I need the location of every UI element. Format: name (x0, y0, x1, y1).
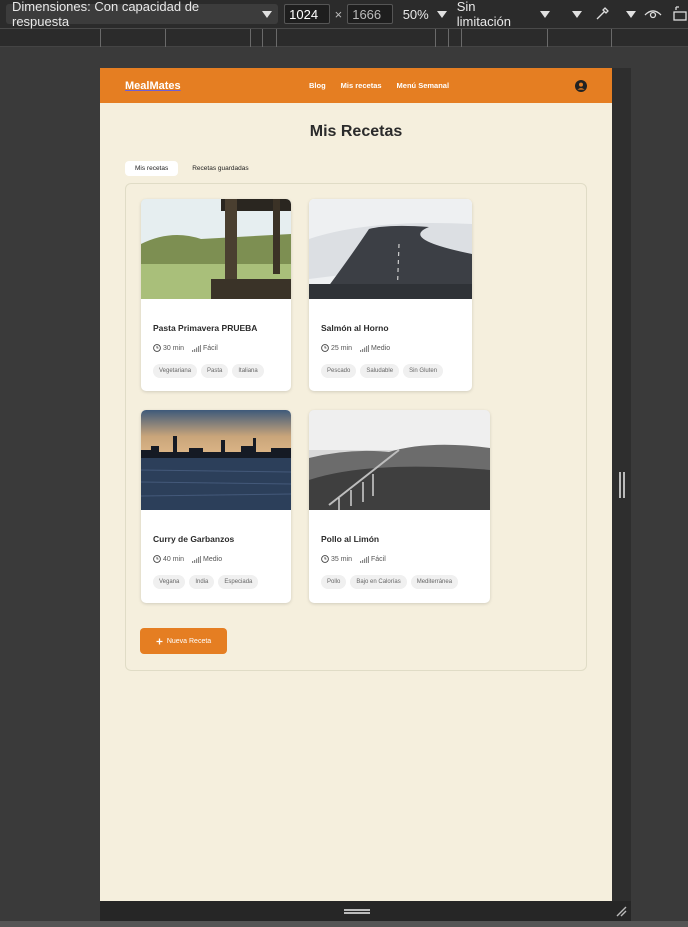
recipe-title: Pollo al Limón (321, 534, 380, 544)
tag: Mediterránea (410, 575, 459, 589)
tag: Especiada (218, 575, 259, 589)
nav-links: Blog Mis recetas Menú Semanal (309, 68, 449, 103)
recipe-difficulty: Medio (203, 555, 223, 563)
media-query-ruler (0, 29, 688, 47)
clock-icon (153, 555, 161, 563)
chevron-down-icon (436, 10, 447, 18)
difficulty-icon (192, 344, 202, 352)
tag: Vegetariana (153, 364, 198, 378)
tag: Saludable (360, 364, 400, 378)
clock-icon (321, 344, 329, 352)
eye-icon[interactable] (644, 7, 662, 21)
tag: India (189, 575, 215, 589)
nav-link-menu-semanal[interactable]: Menú Semanal (397, 81, 450, 90)
recipe-meta: 30 min Fácil (153, 344, 218, 352)
zoom-select[interactable]: 50% (403, 7, 447, 22)
tab-mis-recetas[interactable]: Mis recetas (125, 161, 179, 176)
tag: Bajo en Calorías (350, 575, 407, 589)
tag: Sin Gluten (403, 364, 444, 378)
user-avatar-icon[interactable] (575, 79, 587, 97)
recipe-time: 35 min (331, 555, 353, 563)
recipe-difficulty: Medio (371, 344, 391, 352)
recipe-image (309, 199, 472, 299)
navbar: MealMates Blog Mis recetas Menú Semanal (100, 68, 612, 103)
difficulty-icon (360, 344, 370, 352)
tag: Pasta (201, 364, 229, 378)
recipe-meta: 25 min Medio (321, 344, 390, 352)
dimensions-label: Dimensiones: Con capacidad de respuesta (12, 0, 200, 29)
recipe-card[interactable]: Salmón al Horno 25 min Medio Pescado Sal… (309, 199, 472, 391)
tag: Vegana (153, 575, 186, 589)
recipe-tags: Pescado Saludable Sin Gluten (321, 364, 444, 378)
chevron-down-icon (571, 10, 582, 18)
throttle-select[interactable]: Sin limitación (457, 0, 550, 29)
dimensions-select[interactable]: Dimensiones: Con capacidad de respuesta (6, 0, 279, 29)
devtools-bottom-edge (0, 921, 688, 927)
device-viewport: MealMates Blog Mis recetas Menú Semanal … (100, 68, 612, 901)
resize-corner-icon[interactable] (615, 904, 627, 922)
width-input[interactable]: 1024 (284, 4, 330, 24)
devtools-toolbar: Dimensiones: Con capacidad de respuesta … (0, 0, 688, 29)
recipe-meta: 40 min Medio (153, 555, 222, 563)
resize-handle-right[interactable] (619, 472, 625, 498)
clock-icon (321, 555, 329, 563)
chevron-down-icon (625, 10, 636, 18)
recipe-meta: 35 min Fácil (321, 555, 386, 563)
recipe-card[interactable]: Pasta Primavera PRUEBA 30 min Fácil Vege… (141, 199, 291, 391)
dropdown-button[interactable] (625, 10, 636, 18)
tag: Pollo (321, 575, 347, 589)
page-title: Mis Recetas (309, 123, 403, 140)
rotate-icon[interactable] (672, 6, 688, 22)
recipe-time: 40 min (163, 555, 185, 563)
recipe-title: Pasta Primavera PRUEBA (153, 323, 258, 333)
nav-link-blog[interactable]: Blog (309, 81, 326, 90)
recipe-time: 25 min (331, 344, 353, 352)
recipe-title: Curry de Garbanzos (153, 534, 235, 544)
throttle-label: Sin limitación (456, 0, 511, 29)
new-recipe-button[interactable]: Nueva Receta (140, 628, 227, 654)
nav-link-mis-recetas[interactable]: Mis recetas (341, 81, 382, 90)
tab-recetas-guardadas[interactable]: Recetas guardadas (182, 161, 258, 176)
recipe-time: 30 min (163, 344, 185, 352)
logo[interactable]: MealMates (125, 80, 181, 92)
tag: Pescado (321, 364, 357, 378)
zoom-label: 50% (402, 6, 429, 22)
recipe-difficulty: Fácil (371, 555, 386, 563)
times-sign: × (334, 6, 343, 22)
recipes-panel: Pasta Primavera PRUEBA 30 min Fácil Vege… (125, 183, 587, 671)
difficulty-icon (192, 555, 202, 563)
chevron-down-icon (539, 10, 550, 18)
recipe-image (141, 410, 291, 510)
more-options-button[interactable] (571, 10, 582, 18)
recipe-image (309, 410, 490, 510)
chevron-down-icon (262, 10, 273, 18)
eyedropper-icon[interactable] (594, 6, 610, 22)
height-input[interactable]: 1666 (347, 4, 393, 24)
difficulty-icon (360, 555, 370, 563)
recipe-title: Salmón al Horno (321, 323, 389, 333)
clock-icon (153, 344, 161, 352)
resize-handle-bottom[interactable] (344, 909, 370, 914)
recipe-image (141, 199, 291, 299)
tag: Italiana (232, 364, 264, 378)
new-recipe-label: Nueva Receta (166, 637, 212, 645)
plus-icon (156, 638, 163, 644)
recipe-tags: Vegetariana Pasta Italiana (153, 364, 264, 378)
recipe-tabs: Mis recetas Recetas guardadas (125, 161, 259, 176)
recipe-tags: Vegana India Especiada (153, 575, 259, 589)
recipe-card[interactable]: Curry de Garbanzos 40 min Medio Vegana I… (141, 410, 291, 603)
recipe-difficulty: Fácil (203, 344, 218, 352)
recipe-card[interactable]: Pollo al Limón 35 min Fácil Pollo Bajo e… (309, 410, 490, 603)
recipe-tags: Pollo Bajo en Calorías Mediterránea (321, 575, 459, 589)
